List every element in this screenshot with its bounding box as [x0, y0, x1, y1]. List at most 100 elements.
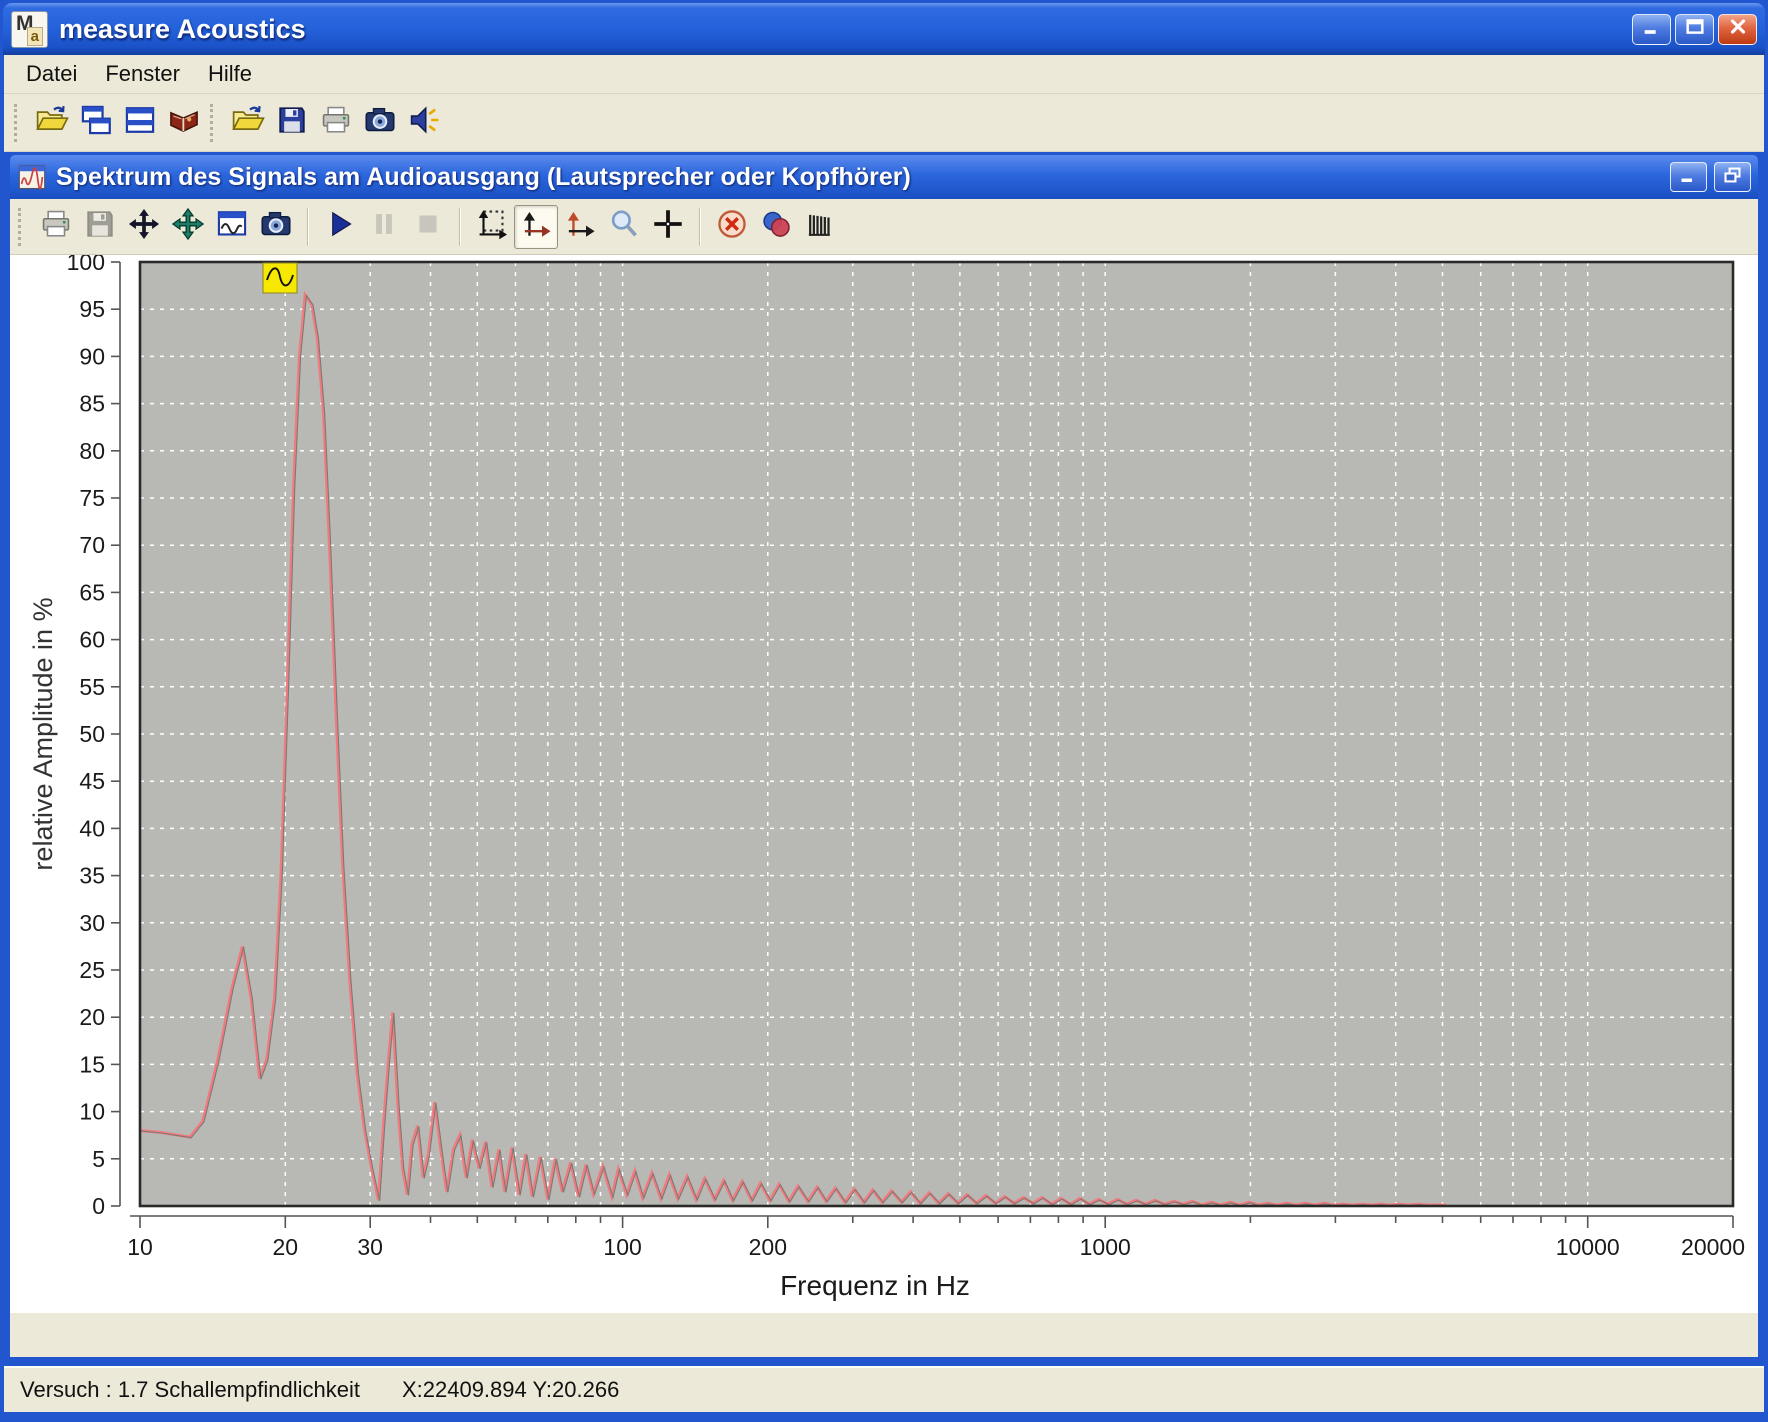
crosshair-icon — [651, 207, 685, 246]
sound-output-button[interactable] — [402, 101, 446, 145]
logo-letter-a: a — [27, 27, 43, 46]
plot-area[interactable] — [140, 262, 1733, 1206]
channel-colors-button[interactable] — [754, 205, 798, 249]
status-bar: Versuch : 1.7 Schallempfindlichkeit X:22… — [4, 1366, 1764, 1412]
copy-snapshot-button[interactable] — [254, 205, 298, 249]
zoom-lens-button[interactable] — [602, 205, 646, 249]
print-diagram-button[interactable] — [34, 205, 78, 249]
print-button[interactable] — [314, 101, 358, 145]
x-tick-label: 20 — [273, 1234, 299, 1260]
window-titlebar[interactable]: M a measure Acoustics — [3, 3, 1765, 55]
spectrum-window-footer — [10, 1311, 1758, 1357]
y-tick-label: 15 — [79, 1051, 105, 1077]
survey-crosshair-button[interactable] — [646, 205, 690, 249]
display-options-button[interactable] — [210, 205, 254, 249]
axes-scale-icon — [563, 207, 597, 246]
y-tick-label: 90 — [79, 343, 105, 369]
comb-display-button[interactable] — [798, 205, 842, 249]
cascade-windows-button[interactable] — [74, 101, 118, 145]
x-tick-label: 100 — [603, 1234, 641, 1260]
menu-hilfe[interactable]: Hilfe — [194, 56, 266, 92]
y-tick-label: 45 — [79, 768, 105, 794]
maximize-button[interactable] — [1675, 14, 1714, 45]
start-measurement-button[interactable] — [318, 205, 362, 249]
floppy-icon — [275, 103, 309, 142]
play-icon — [323, 207, 357, 246]
magnifier-icon — [607, 207, 641, 246]
shift-curve-button[interactable] — [166, 205, 210, 249]
main-toolbar — [4, 94, 1764, 152]
toolbar-grip[interactable] — [14, 104, 22, 142]
y-tick-label: 50 — [79, 721, 105, 747]
stop-icon — [411, 207, 445, 246]
pause-measurement-button[interactable] — [362, 205, 406, 249]
screenshot-button[interactable] — [358, 101, 402, 145]
x-axis-title: Frequenz in Hz — [780, 1270, 970, 1301]
spectrum-window: Spektrum des Signals am Audioausgang (La… — [7, 152, 1761, 1360]
help-book-button[interactable] — [162, 101, 206, 145]
axes-pan-icon — [519, 207, 553, 246]
toolbar-grip[interactable] — [18, 208, 26, 246]
y-tick-label: 65 — [79, 579, 105, 605]
open-experiment-button[interactable] — [30, 101, 74, 145]
diagram-toolbar — [10, 199, 1758, 255]
y-tick-label: 60 — [79, 627, 105, 653]
spectrum-window-controls — [1667, 162, 1751, 192]
save-file-button[interactable] — [270, 101, 314, 145]
save-diagram-button[interactable] — [78, 205, 122, 249]
move-diagram-button[interactable] — [122, 205, 166, 249]
zoom-selection-button[interactable] — [470, 205, 514, 249]
restore-icon — [1722, 166, 1743, 189]
delete-measurement-button[interactable] — [710, 205, 754, 249]
y-tick-label: 40 — [79, 815, 105, 841]
minimize-icon — [1678, 166, 1699, 189]
y-axis-title: relative Amplitude in % — [28, 597, 58, 870]
tile-windows-button[interactable] — [118, 101, 162, 145]
y-tick-label: 5 — [92, 1146, 105, 1172]
status-cursor-coordinates: X:22409.894 Y:20.266 — [402, 1377, 619, 1403]
x-tick-label: 200 — [749, 1234, 787, 1260]
y-tick-label: 30 — [79, 910, 105, 936]
x-tick-label: 1000 — [1080, 1234, 1131, 1260]
spectrum-window-titlebar[interactable]: Spektrum des Signals am Audioausgang (La… — [10, 155, 1758, 199]
axes-box-icon — [475, 207, 509, 246]
toolbar-separator — [699, 208, 701, 246]
camera-icon — [363, 103, 397, 142]
printer-icon — [39, 207, 73, 246]
menu-fenster[interactable]: Fenster — [91, 56, 194, 92]
minimize-button[interactable] — [1670, 162, 1707, 192]
y-tick-label: 95 — [79, 296, 105, 322]
window-controls — [1632, 14, 1757, 45]
printer-icon — [319, 103, 353, 142]
minimize-icon — [1641, 17, 1663, 41]
y-tick-label: 20 — [79, 1004, 105, 1030]
spectrum-chart: 1020301002001000100002000005101520253035… — [10, 255, 1758, 1311]
floppy-icon — [83, 207, 117, 246]
toolbar-grip[interactable] — [210, 104, 218, 142]
scale-axes-button[interactable] — [558, 205, 602, 249]
open-file-button[interactable] — [226, 101, 270, 145]
spectrum-window-title: Spektrum des Signals am Audioausgang (La… — [56, 163, 1667, 192]
pan-axes-button[interactable] — [514, 205, 558, 249]
menu-datei[interactable]: Datei — [12, 56, 91, 92]
stop-measurement-button[interactable] — [406, 205, 450, 249]
x-tick-label: 10 — [127, 1234, 153, 1260]
x-tick-label: 30 — [357, 1234, 383, 1260]
status-experiment: Versuch : 1.7 Schallempfindlichkeit — [20, 1377, 360, 1403]
y-tick-label: 55 — [79, 674, 105, 700]
close-button[interactable] — [1718, 14, 1757, 45]
cascade-windows-icon — [79, 103, 113, 142]
comb-icon — [803, 207, 837, 246]
y-tick-label: 70 — [79, 532, 105, 558]
pan-arrows-green-icon — [171, 207, 205, 246]
minimize-button[interactable] — [1632, 14, 1671, 45]
scope-window-icon — [215, 207, 249, 246]
help-book-icon — [167, 103, 201, 142]
x-tick-label: 20000 — [1681, 1234, 1745, 1260]
y-tick-label: 75 — [79, 485, 105, 511]
peak-marker[interactable] — [263, 263, 297, 293]
restore-button[interactable] — [1714, 162, 1751, 192]
x-tick-label: 10000 — [1556, 1234, 1620, 1260]
y-tick-label: 100 — [67, 255, 105, 275]
window-title: measure Acoustics — [59, 14, 1632, 45]
